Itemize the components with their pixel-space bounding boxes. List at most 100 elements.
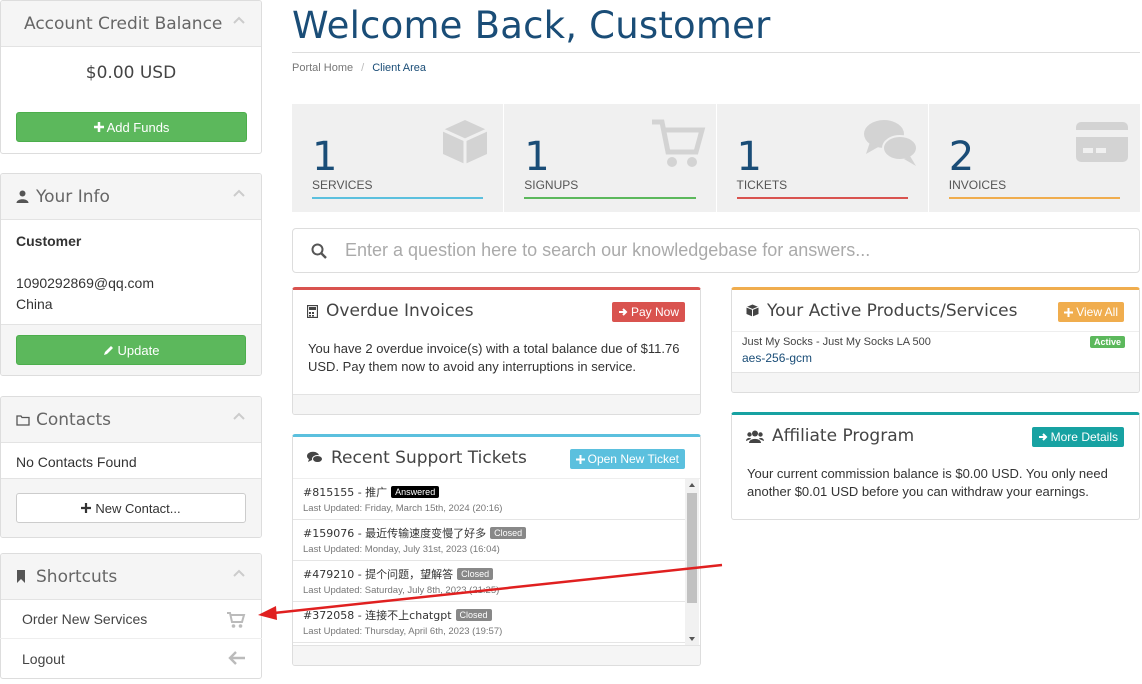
pay-now-button[interactable]: Pay Now bbox=[611, 302, 685, 322]
folder-icon bbox=[16, 414, 36, 426]
customer-email: 1090292869@qq.com bbox=[16, 275, 154, 291]
chevron-up-icon[interactable] bbox=[233, 411, 245, 423]
shortcuts-title: Shortcuts bbox=[36, 566, 118, 587]
ticket-updated: Last Updated: Thursday, April 6th, 2023 … bbox=[303, 626, 503, 637]
shortcut-logout[interactable]: Logout bbox=[0, 639, 262, 678]
status-badge: Closed bbox=[455, 609, 492, 621]
plus-icon bbox=[93, 122, 104, 132]
affiliate-text: Your current commission balance is $0.00… bbox=[747, 466, 1108, 499]
stat-label: SIGNUPS bbox=[524, 178, 579, 192]
plus-icon bbox=[81, 503, 92, 513]
shortcut-label: Order New Services bbox=[22, 611, 148, 627]
breadcrumb-portal-home[interactable]: Portal Home bbox=[292, 62, 353, 74]
contacts-header[interactable]: Contacts bbox=[1, 397, 261, 443]
affiliate-header: Affiliate Program More Details bbox=[732, 415, 1139, 457]
stat-count: 1 bbox=[524, 134, 550, 180]
stat-underline bbox=[736, 197, 908, 199]
arrow-right-icon bbox=[618, 308, 628, 316]
support-tickets-header: Recent Support Tickets Open New Ticket bbox=[293, 437, 700, 479]
scroll-up-arrow-icon[interactable] bbox=[685, 479, 699, 491]
credit-balance-panel: Account Credit Balance $0.00 USD Add Fun… bbox=[0, 0, 262, 154]
pay-now-label: Pay Now bbox=[630, 305, 679, 319]
search-icon bbox=[293, 243, 345, 259]
plus-icon bbox=[575, 454, 585, 464]
stat-underline bbox=[948, 197, 1120, 199]
new-contact-button[interactable]: New Contact... bbox=[16, 493, 246, 523]
your-info-footer: Update bbox=[1, 324, 261, 375]
breadcrumb-separator: / bbox=[361, 62, 365, 74]
pencil-icon bbox=[103, 345, 113, 355]
cube-icon bbox=[442, 120, 488, 164]
view-all-label: View All bbox=[1076, 305, 1118, 319]
open-new-ticket-label: Open New Ticket bbox=[587, 452, 679, 466]
stat-tile-services[interactable]: 1 SERVICES bbox=[292, 104, 505, 212]
product-name: Just My Socks - Just My Socks LA 500 bbox=[742, 336, 931, 348]
active-products-title: Your Active Products/Services bbox=[767, 300, 1018, 321]
arrow-left-icon bbox=[228, 651, 245, 665]
more-details-button[interactable]: More Details bbox=[1031, 427, 1124, 447]
ticket-row[interactable]: #479210 - 提个问题，望解答 Closed Last Updated: S… bbox=[293, 561, 685, 602]
shortcuts-header[interactable]: Shortcuts bbox=[1, 554, 261, 600]
ticket-updated: Last Updated: Friday, March 15th, 2024 (… bbox=[303, 503, 503, 514]
status-badge: Active bbox=[1089, 336, 1125, 348]
view-all-button[interactable]: View All bbox=[1058, 302, 1124, 322]
tickets-scrollbar[interactable] bbox=[685, 479, 699, 645]
credit-balance-header[interactable]: Account Credit Balance bbox=[1, 1, 261, 47]
calculator-icon bbox=[307, 304, 318, 318]
chevron-up-icon[interactable] bbox=[233, 15, 245, 27]
credit-balance-title: Account Credit Balance bbox=[24, 13, 223, 34]
stat-tile-invoices[interactable]: 2 INVOICES bbox=[929, 104, 1140, 212]
more-details-label: More Details bbox=[1050, 430, 1118, 444]
ticket-updated: Last Updated: Saturday, July 8th, 2023 (… bbox=[303, 585, 500, 596]
ticket-updated: Last Updated: Monday, July 31st, 2023 (1… bbox=[303, 544, 500, 555]
arrow-right-icon bbox=[1038, 433, 1048, 441]
ticket-subject: #159076 - 最近传输速度变慢了好多 bbox=[303, 527, 487, 540]
ticket-row[interactable]: #815155 - 推广 Answered Last Updated: Frida… bbox=[293, 479, 685, 520]
stats-tiles: 1 SERVICES 1 SIGNUPS 1 TICKETS 2 INVOICE… bbox=[292, 104, 1140, 212]
affiliate-card: Affiliate Program More Details Your curr… bbox=[731, 412, 1140, 520]
status-badge: Answered bbox=[391, 486, 440, 498]
ticket-subject: #815155 - 推广 bbox=[303, 486, 388, 499]
page-title: Welcome Back, Customer bbox=[292, 4, 771, 47]
stat-label: TICKETS bbox=[736, 178, 788, 192]
add-funds-label: Add Funds bbox=[106, 119, 170, 135]
stat-count: 2 bbox=[948, 134, 975, 180]
shortcut-order-new-services[interactable]: Order New Services bbox=[0, 600, 262, 639]
tickets-list: #815155 - 推广 Answered Last Updated: Frida… bbox=[293, 479, 685, 645]
overdue-invoices-card: Overdue Invoices Pay Now You have 2 over… bbox=[292, 287, 701, 415]
your-info-header[interactable]: Your Info bbox=[1, 174, 261, 220]
chevron-up-icon[interactable] bbox=[233, 188, 245, 200]
breadcrumb-client-area: Client Area bbox=[372, 62, 427, 74]
overdue-invoices-title: Overdue Invoices bbox=[326, 301, 474, 321]
scroll-down-arrow-icon[interactable] bbox=[685, 633, 699, 645]
ticket-row[interactable]: #372058 - 连接不上chatgpt Closed Last Updated… bbox=[293, 602, 685, 643]
cube-icon bbox=[746, 304, 759, 317]
support-tickets-footer bbox=[293, 645, 700, 665]
cart-icon bbox=[651, 119, 705, 167]
customer-country: China bbox=[16, 296, 53, 312]
update-button[interactable]: Update bbox=[16, 335, 246, 365]
stat-tile-signups[interactable]: 1 SIGNUPS bbox=[504, 104, 717, 212]
update-label: Update bbox=[117, 342, 160, 358]
stat-underline bbox=[524, 197, 696, 199]
users-icon bbox=[746, 430, 764, 443]
ticket-row[interactable]: #159076 - 最近传输速度变慢了好多 Closed Last Updated… bbox=[293, 520, 685, 561]
stat-count: 1 bbox=[312, 134, 338, 180]
open-new-ticket-button[interactable]: Open New Ticket bbox=[569, 449, 685, 469]
ticket-subject: #372058 - 连接不上chatgpt bbox=[303, 609, 452, 622]
new-contact-label: New Contact... bbox=[95, 500, 181, 516]
contacts-empty-text: No Contacts Found bbox=[16, 454, 137, 470]
cart-icon bbox=[227, 612, 246, 628]
search-input[interactable] bbox=[345, 240, 1125, 261]
add-funds-button[interactable]: Add Funds bbox=[16, 112, 247, 142]
overdue-invoices-text: You have 2 overdue invoice(s) with a tot… bbox=[308, 341, 680, 374]
product-row[interactable]: Just My Socks - Just My Socks LA 500 aes… bbox=[732, 332, 1139, 372]
breadcrumb: Portal Home / Client Area bbox=[292, 62, 426, 74]
user-icon bbox=[16, 190, 36, 203]
title-divider bbox=[292, 52, 1140, 53]
scrollbar-thumb[interactable] bbox=[687, 493, 697, 603]
chevron-up-icon[interactable] bbox=[233, 568, 245, 580]
overdue-invoices-header: Overdue Invoices Pay Now bbox=[293, 290, 700, 332]
comments-icon bbox=[863, 120, 918, 166]
stat-tile-tickets[interactable]: 1 TICKETS bbox=[717, 104, 929, 212]
